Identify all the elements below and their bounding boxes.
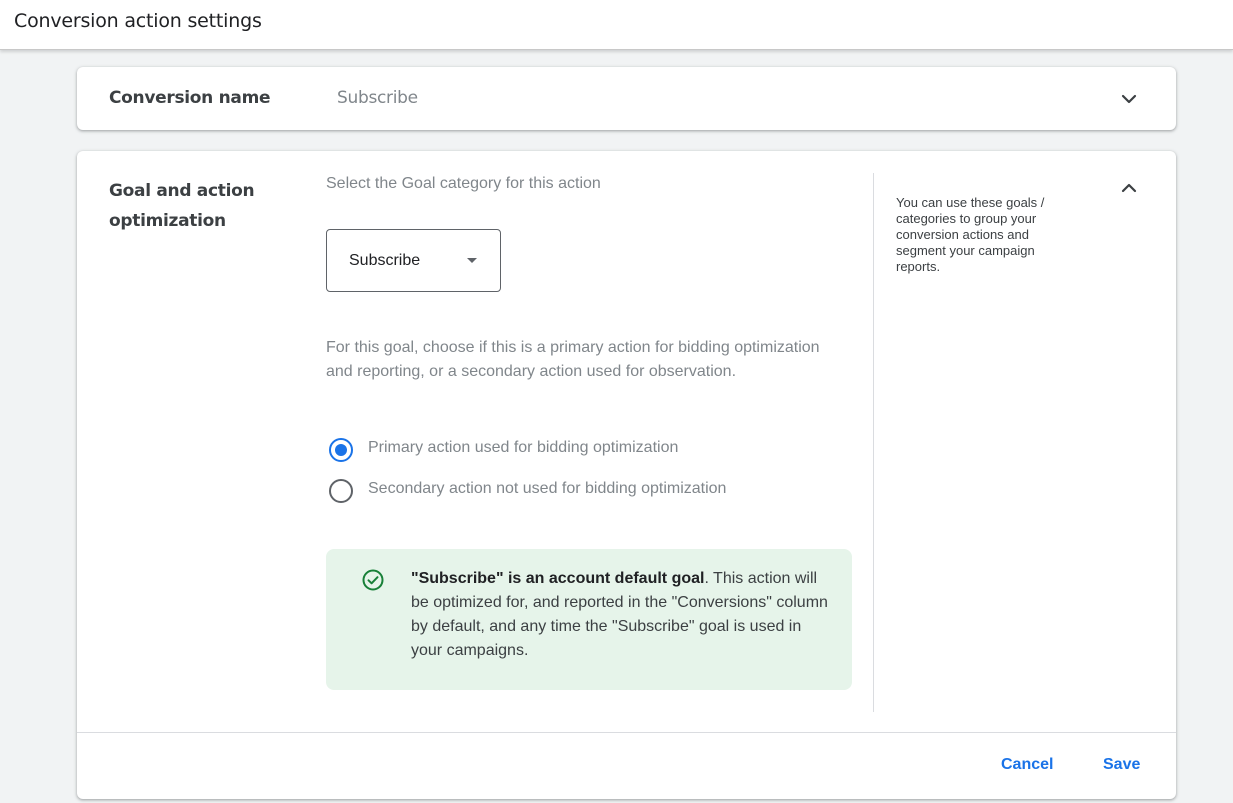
conversion-name-card[interactable]: Conversion name Subscribe — [77, 67, 1176, 130]
chevron-down-icon[interactable] — [1117, 87, 1141, 111]
primary-action-label: Primary action used for bidding optimiza… — [368, 439, 679, 456]
goal-category-selected: Subscribe — [349, 252, 421, 269]
top-bar: Conversion action settings — [0, 0, 1233, 50]
goal-section-label: Goal and action optimization — [109, 181, 255, 231]
conversion-name-value: Subscribe — [337, 88, 418, 108]
conversion-name-label: Conversion name — [109, 88, 271, 108]
goal-help-text: You can use these goals / categories to … — [896, 195, 1045, 274]
secondary-action-radio[interactable] — [329, 479, 353, 503]
secondary-action-label: Secondary action not used for bidding op… — [368, 480, 727, 497]
goal-description: For this goal, choose if this is a prima… — [326, 339, 820, 380]
primary-action-radio[interactable] — [329, 438, 353, 462]
chevron-up-icon[interactable] — [1117, 176, 1141, 200]
default-goal-info-bold: "Subscribe" is an account default goal — [411, 570, 705, 587]
save-button[interactable]: Save — [1103, 756, 1140, 774]
footer-divider — [77, 732, 1176, 733]
goal-select-prompt: Select the Goal category for this action — [326, 175, 601, 192]
default-goal-info-box: "Subscribe" is an account default goal. … — [326, 549, 852, 690]
dropdown-arrow-icon — [467, 258, 477, 263]
default-goal-info-text: "Subscribe" is an account default goal. … — [411, 567, 831, 663]
cancel-button[interactable]: Cancel — [1001, 756, 1053, 774]
vertical-divider — [873, 173, 874, 712]
goal-category-dropdown[interactable]: Subscribe — [326, 229, 501, 292]
check-circle-icon — [361, 568, 385, 592]
page-title: Conversion action settings — [14, 10, 262, 32]
goal-optimization-card: Goal and action optimization Select the … — [77, 151, 1176, 799]
